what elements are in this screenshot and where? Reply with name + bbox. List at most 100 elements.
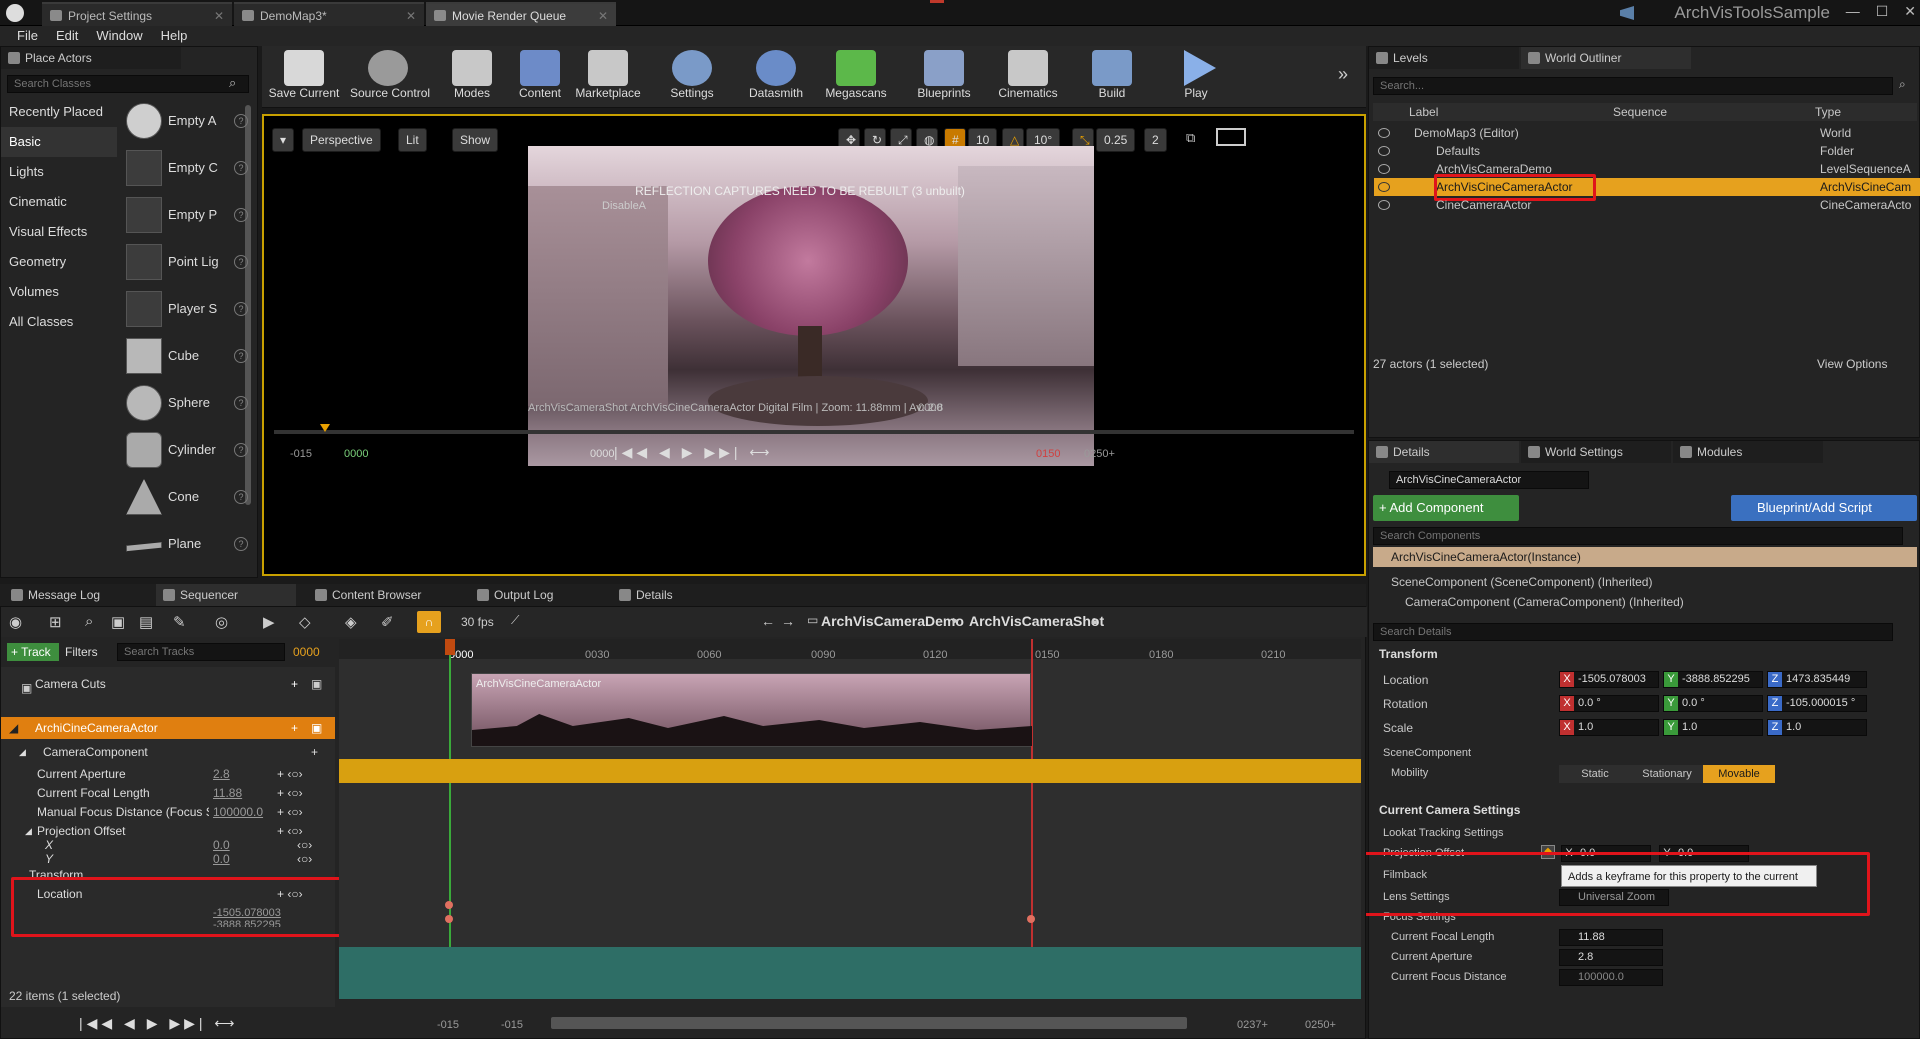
playhead-handle[interactable]	[445, 639, 455, 655]
actor-cube[interactable]: Cube?	[124, 335, 248, 379]
search-details-input[interactable]	[1373, 623, 1893, 641]
current-camera-settings-section[interactable]: Current Camera Settings	[1379, 803, 1520, 817]
tab-details-bottom[interactable]: Details	[612, 584, 752, 606]
tab-movie-render-queue[interactable]: Movie Render Queue ✕	[426, 2, 616, 26]
close-icon[interactable]: ✕	[406, 4, 416, 28]
tab-sequencer[interactable]: Sequencer	[156, 584, 296, 606]
menu-edit[interactable]: Edit	[47, 26, 87, 46]
camera-add-icon[interactable]: ▣	[311, 673, 322, 695]
close-window-icon[interactable]: ✕	[1904, 0, 1916, 24]
curve-icon[interactable]: ◈	[345, 613, 357, 631]
category-volumes[interactable]: Volumes	[1, 277, 117, 307]
lit-button[interactable]: Lit	[398, 128, 427, 152]
actor-cylinder[interactable]: Cylinder?	[124, 429, 248, 473]
search-tracks-input[interactable]	[117, 643, 285, 661]
breadcrumb-shot[interactable]: ArchVisCameraShot	[969, 613, 1104, 629]
actor-cone[interactable]: Cone?	[124, 476, 248, 520]
menu-window[interactable]: Window	[87, 26, 151, 46]
keyframe[interactable]	[1027, 915, 1035, 923]
fps-dropdown[interactable]: 30 fps	[461, 615, 494, 629]
help-icon[interactable]: ?	[234, 490, 248, 504]
help-icon[interactable]: ?	[234, 537, 248, 551]
actor-name-field[interactable]	[1389, 471, 1589, 489]
forward-arrow-icon[interactable]: →	[781, 613, 795, 629]
scale-x-field[interactable]: X 1.0	[1559, 719, 1659, 736]
category-all-classes[interactable]: All Classes	[1, 307, 117, 337]
key-nav-icon[interactable]: ‹○›	[297, 851, 312, 867]
rotation-x-field[interactable]: X 0.0 °	[1559, 695, 1659, 712]
curve-editor-icon[interactable]: ⟋	[511, 613, 519, 628]
keyframe[interactable]	[445, 915, 453, 923]
add-component-button[interactable]: + Add Component	[1373, 495, 1519, 521]
track-archicinecameraactor[interactable]: ◢ ArchiCineCameraActor + ▣	[1, 717, 335, 739]
mobility-stationary[interactable]: Stationary	[1631, 765, 1703, 783]
col-sequence[interactable]: Sequence	[1613, 105, 1667, 119]
add-icon[interactable]: +	[291, 673, 298, 695]
eye-icon[interactable]	[1378, 146, 1390, 156]
edit-tool-icon[interactable]: ✎	[173, 613, 186, 631]
add-icon[interactable]: +	[291, 717, 298, 739]
view-options-button[interactable]: View Options	[1817, 357, 1887, 371]
tab-project-settings[interactable]: Project Settings ✕	[42, 2, 232, 26]
transform-section[interactable]: Transform	[1379, 647, 1438, 661]
cinematics-button[interactable]: Cinematics	[990, 48, 1066, 106]
source-control-button[interactable]: Source Control	[350, 48, 430, 106]
maximize-icon[interactable]: ☐	[1876, 0, 1889, 24]
help-icon[interactable]: ?	[234, 255, 248, 269]
eye-icon[interactable]	[1378, 182, 1390, 192]
tab-demomap3[interactable]: DemoMap3* ✕	[234, 2, 424, 26]
expand-icon[interactable]: ◢	[19, 741, 26, 763]
camera-speed-button[interactable]: 2	[1144, 128, 1167, 152]
play-button[interactable]: Play	[1158, 48, 1234, 106]
show-button[interactable]: Show	[452, 128, 499, 152]
breadcrumb-sequence[interactable]: ArchVisCameraDemo	[821, 613, 964, 629]
outliner-row-demomap3[interactable]: DemoMap3 (Editor) World	[1374, 124, 1920, 142]
transform-track-bar[interactable]	[339, 947, 1361, 999]
content-button[interactable]: Content	[502, 48, 578, 106]
lookat-tracking-row[interactable]: Lookat Tracking Settings	[1383, 827, 1503, 839]
tab-details[interactable]: Details	[1369, 441, 1519, 463]
save-icon[interactable]: ◉	[9, 613, 22, 631]
blueprints-button[interactable]: Blueprints	[906, 48, 982, 106]
camera-cuts-clip[interactable]: ArchVisCineCameraActor	[471, 673, 1032, 747]
snap-magnet-icon[interactable]: ∩	[417, 611, 441, 633]
outliner-search-input[interactable]	[1373, 77, 1893, 95]
location-label[interactable]: Location	[1383, 673, 1428, 687]
save-current-button[interactable]: Save Current	[266, 48, 342, 106]
track-value[interactable]: 0.0	[213, 851, 230, 867]
scale-z-field[interactable]: Z 1.0	[1767, 719, 1867, 736]
category-lights[interactable]: Lights	[1, 157, 117, 187]
menu-file[interactable]: File	[8, 26, 47, 46]
eye-icon[interactable]	[1378, 200, 1390, 210]
filters-button[interactable]: Filters	[65, 645, 98, 659]
layout-icon[interactable]	[1216, 128, 1246, 146]
viewport-options-button[interactable]: ▾	[272, 128, 295, 152]
lock-icon[interactable]: 🔒︎	[1091, 613, 1097, 628]
scene-component-section[interactable]: SceneComponent	[1383, 747, 1471, 759]
actor-sphere[interactable]: Sphere?	[124, 382, 248, 426]
scale-label[interactable]: Scale	[1383, 721, 1413, 735]
help-icon[interactable]: ?	[234, 114, 248, 128]
current-frame-field[interactable]: 0000	[293, 645, 320, 659]
category-visual-effects[interactable]: Visual Effects	[1, 217, 117, 247]
eye-icon[interactable]	[1378, 164, 1390, 174]
camera-icon[interactable]: ▣	[111, 613, 125, 631]
help-icon[interactable]: ?	[234, 208, 248, 222]
focal-length-field[interactable]: 11.88	[1559, 929, 1663, 946]
tab-message-log[interactable]: Message Log	[4, 584, 154, 606]
pen-icon[interactable]: ✐	[381, 613, 394, 631]
location-y-field[interactable]: Y -3888.852295	[1663, 671, 1763, 688]
menu-help[interactable]: Help	[152, 26, 197, 46]
camera-component-row[interactable]: CameraComponent (CameraComponent) (Inher…	[1405, 595, 1684, 609]
col-label[interactable]: Label	[1409, 105, 1438, 119]
clapperboard-icon[interactable]: ▤	[139, 613, 153, 631]
view-icon[interactable]: ◎	[215, 613, 228, 631]
perspective-button[interactable]: Perspective	[302, 128, 381, 152]
focus-distance-field[interactable]: 100000.0	[1559, 969, 1663, 986]
help-icon[interactable]: ?	[234, 302, 248, 316]
location-x-field[interactable]: X -1505.078003	[1559, 671, 1659, 688]
current-frame-field[interactable]: 0000	[590, 448, 614, 460]
add-icon[interactable]: +	[311, 741, 318, 763]
category-basic[interactable]: Basic	[1, 127, 117, 157]
restore-icon[interactable]: ⧉	[1186, 130, 1195, 146]
